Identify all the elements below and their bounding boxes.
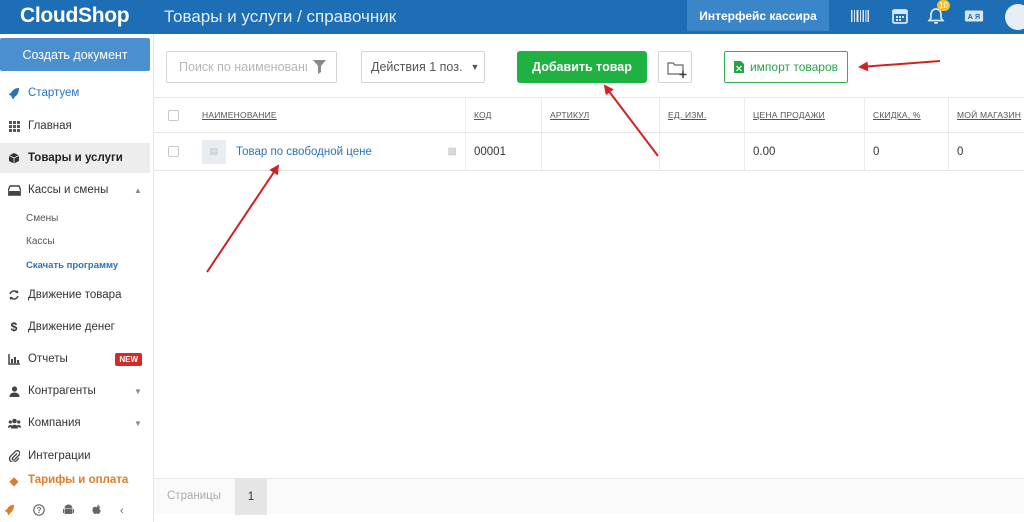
help-icon[interactable]: ? [33,503,45,519]
android-icon[interactable] [63,504,74,519]
sidebar-item-goods-movement[interactable]: Движение товара [0,280,150,310]
sidebar-subitem-download[interactable]: Скачать программу [26,260,118,271]
sidebar-item-label: Стартуем [28,87,80,99]
column-header-name[interactable]: НАИМЕНОВАНИЕ [194,98,465,132]
folder-plus-icon [667,62,687,78]
table-row[interactable]: ▤ Товар по свободной цене ▩ 00001 0.00 0… [154,133,1024,171]
page-title: Товары и услуги / справочник [164,7,397,26]
pages-label: Страницы [167,490,221,502]
product-sku-cell [541,133,659,170]
import-products-button[interactable]: импорт товаров [724,51,848,83]
product-discount-cell: 0 [864,133,948,170]
column-header-price[interactable]: ЦЕНА ПРОДАЖИ [744,98,864,132]
column-header-code[interactable]: КОД [465,98,541,132]
caret-down-icon: ▼ [470,62,480,72]
sidebar-item-label: Товары и услуги [28,152,123,164]
cube-icon: ▩ [447,146,457,157]
paperclip-icon [0,450,28,462]
refresh-icon [0,289,28,301]
sidebar-subitem-cashboxes[interactable]: Кассы [26,236,55,247]
sidebar-item-start[interactable]: Стартуем [0,78,150,108]
table-header: НАИМЕНОВАНИЕ КОД АРТИКУЛ ЕД. ИЗМ. ЦЕНА П… [154,98,1024,133]
user-icon [0,385,28,397]
sidebar-item-reports[interactable]: Отчеты NEW [0,344,150,374]
rocket-icon [0,87,28,99]
apple-icon[interactable] [92,504,102,519]
collapse-chevron-icon[interactable]: ‹ [120,505,124,517]
tag-icon: ◆ [9,474,19,488]
sidebar-item-goods[interactable]: Товары и услуги [0,143,150,173]
sidebar-item-money-movement[interactable]: $ Движение денег [0,312,150,342]
add-product-button[interactable]: Добавить товар [517,51,647,83]
sidebar: Создать документ Стартуем Главная Товары… [0,34,154,522]
page-button[interactable]: 1 [235,479,267,515]
sidebar-item-label: Главная [28,120,72,132]
sidebar-item-tariffs[interactable]: ◆ Тарифы и оплата [0,474,150,488]
product-image-placeholder-icon: ▤ [202,139,226,164]
cashbox-icon [0,184,28,196]
sidebar-item-integrations[interactable]: Интеграции [0,441,150,471]
new-badge: NEW [115,352,142,366]
filter-icon[interactable] [313,60,326,74]
dollar-icon: $ [10,320,18,334]
create-document-button[interactable]: Создать документ [0,38,150,71]
sidebar-item-home[interactable]: Главная [0,111,150,141]
sidebar-subitem-shifts[interactable]: Смены [26,213,58,224]
sidebar-footer: ? ‹ [0,500,150,522]
column-header-sku[interactable]: АРТИКУЛ [541,98,659,132]
search-box[interactable] [166,51,337,83]
pagination: Страницы 1 [154,478,1024,515]
sidebar-item-label: Тарифы и оплата [28,474,129,486]
sidebar-item-label: Движение денег [28,321,115,333]
sidebar-item-label: Контрагенты [28,385,96,397]
import-label: импорт товаров [749,60,839,74]
add-folder-button[interactable] [658,51,692,83]
sidebar-item-company[interactable]: Компания ▼ [0,408,150,438]
rocket-icon[interactable] [4,504,15,518]
column-header-my-store[interactable]: МОЙ МАГАЗИН [948,98,1024,132]
sidebar-item-label: Отчеты [28,353,68,365]
cashier-interface-button[interactable]: Интерфейс кассира [687,0,829,31]
sidebar-item-label: Кассы и смены [28,184,109,196]
svg-text:Я: Я [975,12,980,21]
search-input[interactable] [179,60,307,74]
actions-dropdown[interactable]: Действия 1 поз. ▼ [361,51,485,83]
sidebar-item-contractors[interactable]: Контрагенты ▼ [0,376,150,406]
box-icon [0,152,28,164]
users-icon [0,418,28,429]
select-all-checkbox[interactable] [168,109,179,121]
chevron-down-icon[interactable]: ▼ [134,419,150,428]
product-unit-cell [659,133,744,170]
excel-file-icon [733,61,744,73]
chevron-down-icon[interactable]: ▼ [134,387,150,396]
user-avatar[interactable] [1005,4,1024,30]
chevron-up-icon[interactable]: ▲ [134,186,150,195]
grid-icon [0,120,28,132]
sidebar-item-label: Движение товара [28,289,122,301]
barcode-icon[interactable] [850,7,870,25]
chart-icon [0,353,28,365]
calendar-icon[interactable] [890,7,910,25]
product-code-cell: 00001 [465,133,541,170]
top-bar: CloudShop Товары и услуги / справочник И… [0,0,1024,34]
product-price-cell: 0.00 [744,133,864,170]
arrow-to-product-row [206,164,280,273]
product-name-link[interactable]: Товар по свободной цене [236,146,372,158]
sidebar-item-label: Интеграции [28,450,91,462]
svg-text:A: A [968,12,974,21]
svg-text:?: ? [37,506,42,515]
actions-label: Действия 1 поз. [371,60,463,74]
product-name-cell: ▤ Товар по свободной цене ▩ [194,133,465,170]
app-logo[interactable]: CloudShop [20,4,130,28]
keyboard-layout-icon[interactable]: A Я [964,7,984,25]
toolbar: Действия 1 поз. ▼ Добавить товар импорт … [154,34,1024,98]
row-checkbox[interactable] [168,146,179,157]
column-header-discount[interactable]: СКИДКА, % [864,98,948,132]
sidebar-item-label: Компания [28,417,81,429]
column-header-unit[interactable]: ЕД. ИЗМ. [659,98,744,132]
sidebar-item-cashboxes[interactable]: Кассы и смены ▲ [0,175,150,205]
product-store-cell: 0 [948,133,1024,170]
notification-count-badge: 10 [937,0,950,11]
